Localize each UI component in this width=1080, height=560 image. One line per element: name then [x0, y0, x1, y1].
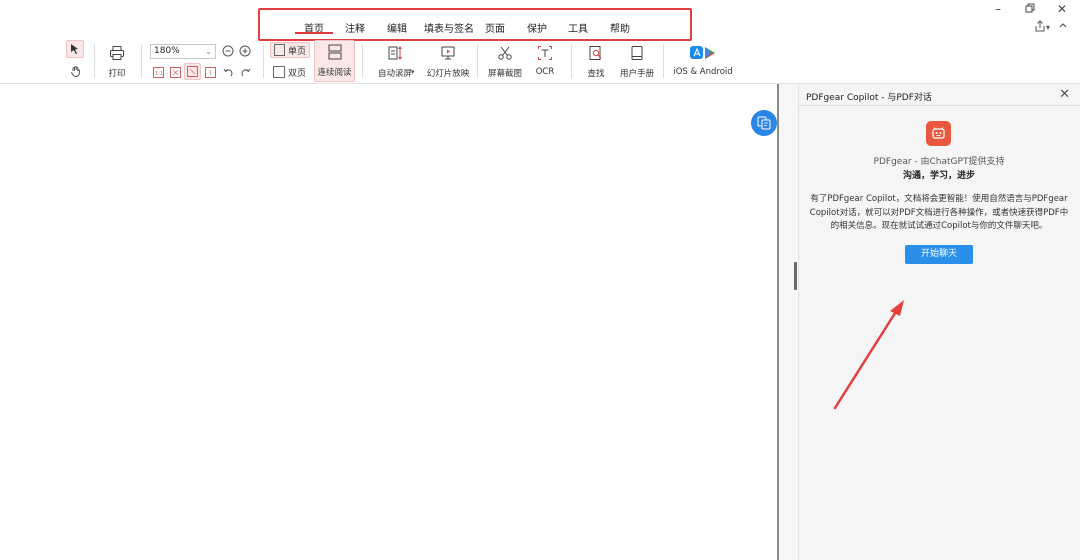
annotation-arrow — [833, 300, 904, 410]
pdfgear-window: 首页 注释 编辑 填表与签名 页面 保护 工具 帮助 – ✕ ▾ 打印 180%… — [0, 0, 1080, 560]
